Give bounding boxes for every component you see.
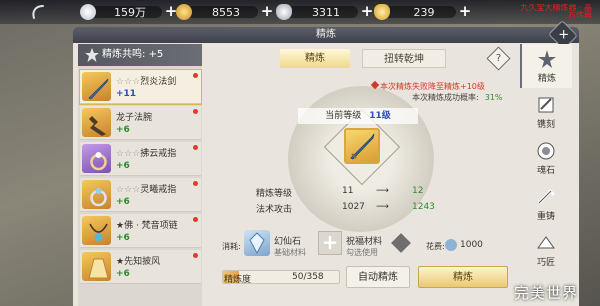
fail-notice: 本次精炼失败降至精炼+10级 bbox=[380, 82, 485, 91]
currency-4: 239 + bbox=[374, 3, 472, 21]
recast-icon bbox=[537, 188, 556, 205]
consume-label: 消耗: bbox=[222, 242, 241, 251]
currency-4-value: 239 bbox=[413, 5, 435, 19]
add-currency-4-button[interactable]: + bbox=[458, 4, 472, 19]
ring-icon bbox=[90, 152, 107, 171]
craftsman-icon bbox=[537, 236, 555, 249]
refine-button[interactable]: 精炼 bbox=[418, 266, 508, 288]
stat-row-magic-attack: 法术攻击 1027 ⟶ 1243 bbox=[256, 202, 435, 215]
pearl-icon bbox=[80, 4, 96, 20]
success-rate: 本次精炼成功概率: 31% bbox=[412, 93, 503, 102]
sword-icon bbox=[350, 133, 375, 160]
watermark-notice: 九久宝大精炼器 · 晶石炼器 bbox=[520, 4, 592, 18]
refine-icon bbox=[538, 50, 556, 68]
currency-2: 8553 + bbox=[176, 3, 274, 21]
add-currency-2-button[interactable]: + bbox=[260, 4, 274, 19]
bless-material-name: 祝福材料 bbox=[346, 237, 383, 247]
gold-ingot-icon bbox=[374, 4, 390, 20]
currency-3-value: 3311 bbox=[312, 5, 340, 19]
item-thumb bbox=[82, 216, 111, 245]
panel-title: 精炼 bbox=[73, 27, 579, 43]
bless-material-sub: 勾选使用 bbox=[346, 248, 378, 257]
stat-row-refine-level: 精炼等级 11 ⟶ 12 bbox=[256, 186, 424, 199]
item-level: +6 bbox=[116, 197, 130, 207]
progress-label: 精炼度 bbox=[224, 275, 252, 285]
currency-1-value: 159万 bbox=[114, 6, 146, 19]
material-sub: 基础材料 bbox=[274, 248, 306, 257]
red-dot-icon bbox=[193, 109, 198, 114]
item-level: +11 bbox=[116, 89, 137, 99]
crystal-icon bbox=[249, 232, 265, 255]
cost-value: 1000 bbox=[460, 240, 483, 250]
item-name: 龙子法腕 bbox=[116, 113, 153, 123]
help-icon: ? bbox=[495, 53, 502, 64]
item-level: +6 bbox=[116, 125, 130, 135]
side-tab-refine[interactable]: 精炼 bbox=[520, 44, 572, 88]
gold-coin-icon bbox=[176, 4, 192, 20]
currency-1: 159万 + bbox=[80, 3, 178, 21]
item-thumb bbox=[82, 144, 111, 173]
red-dot-icon bbox=[193, 145, 198, 150]
equipment-item-1[interactable]: ☆☆☆烈炎法剑 +11 bbox=[79, 69, 202, 105]
refine-item-slot[interactable] bbox=[344, 128, 380, 164]
ring-icon bbox=[90, 188, 107, 207]
item-thumb bbox=[82, 252, 111, 281]
equipment-item-5[interactable]: ★佛 · 梵音项链 +6 bbox=[80, 214, 201, 248]
resonance-icon bbox=[85, 48, 99, 62]
cost-label: 花费: bbox=[426, 242, 445, 251]
bracer-icon bbox=[89, 116, 106, 136]
red-dot-icon bbox=[193, 73, 198, 78]
item-name: ☆☆☆拂云戒指 bbox=[116, 149, 177, 159]
item-name: ☆☆☆烈炎法剑 bbox=[116, 77, 177, 87]
item-thumb bbox=[82, 72, 111, 101]
silver-coin-icon bbox=[445, 239, 457, 251]
current-level-bar: 当前等级 11级 bbox=[298, 108, 418, 124]
add-currency-3-button[interactable]: + bbox=[360, 4, 374, 19]
side-tab-soul-stone[interactable]: 魂石 bbox=[520, 136, 572, 180]
tab-refine[interactable]: 精炼 bbox=[280, 49, 350, 68]
success-rate-value: 31% bbox=[484, 93, 503, 102]
add-bless-material-button[interactable]: + bbox=[318, 231, 342, 255]
item-thumb bbox=[82, 108, 111, 137]
item-thumb bbox=[82, 180, 111, 209]
arrow-icon: ⟶ bbox=[376, 186, 389, 196]
item-level: +6 bbox=[116, 269, 130, 279]
cloak-icon bbox=[88, 258, 109, 279]
item-level: +6 bbox=[116, 161, 130, 171]
red-dot-icon bbox=[193, 253, 198, 258]
currency-3: 3311 + bbox=[276, 3, 374, 21]
engrave-icon bbox=[538, 97, 554, 113]
sword-icon bbox=[88, 78, 109, 100]
material-name: 幻仙石 bbox=[274, 237, 302, 247]
auto-refine-button[interactable]: 自动精炼 bbox=[346, 266, 410, 288]
game-logo: 完美世界 bbox=[514, 284, 579, 302]
currency-2-value: 8553 bbox=[212, 5, 240, 19]
tab-reverse[interactable]: 扭转乾坤 bbox=[362, 49, 446, 68]
current-level-value: 11级 bbox=[369, 111, 391, 121]
side-tab-recast[interactable]: 重铸 bbox=[520, 182, 572, 226]
arrow-icon: ⟶ bbox=[376, 202, 389, 212]
equipment-item-2[interactable]: 龙子法腕 +6 bbox=[80, 106, 201, 140]
necklace-icon bbox=[89, 223, 108, 241]
silver-ingot-icon bbox=[276, 4, 292, 20]
back-icon[interactable] bbox=[30, 4, 46, 20]
item-level: +6 bbox=[116, 233, 130, 243]
side-tab-craftsman[interactable]: 巧匠 bbox=[520, 228, 572, 272]
equipment-item-4[interactable]: ☆☆☆灵曦戒指 +6 bbox=[80, 178, 201, 212]
soul-stone-icon bbox=[537, 142, 555, 160]
item-name: ★佛 · 梵音项链 bbox=[116, 221, 178, 231]
progress-value: 50/358 bbox=[292, 272, 324, 282]
side-tab-engrave[interactable]: 镌刻 bbox=[520, 90, 572, 134]
item-name: ☆☆☆灵曦戒指 bbox=[116, 185, 177, 195]
item-name: ★先知披风 bbox=[116, 257, 161, 267]
equipment-item-3[interactable]: ☆☆☆拂云戒指 +6 bbox=[80, 142, 201, 176]
material-slot[interactable] bbox=[244, 230, 270, 256]
red-dot-icon bbox=[193, 181, 198, 186]
equipment-item-6[interactable]: ★先知披风 +6 bbox=[80, 250, 201, 284]
red-dot-icon bbox=[193, 217, 198, 222]
close-icon: + bbox=[557, 27, 569, 43]
